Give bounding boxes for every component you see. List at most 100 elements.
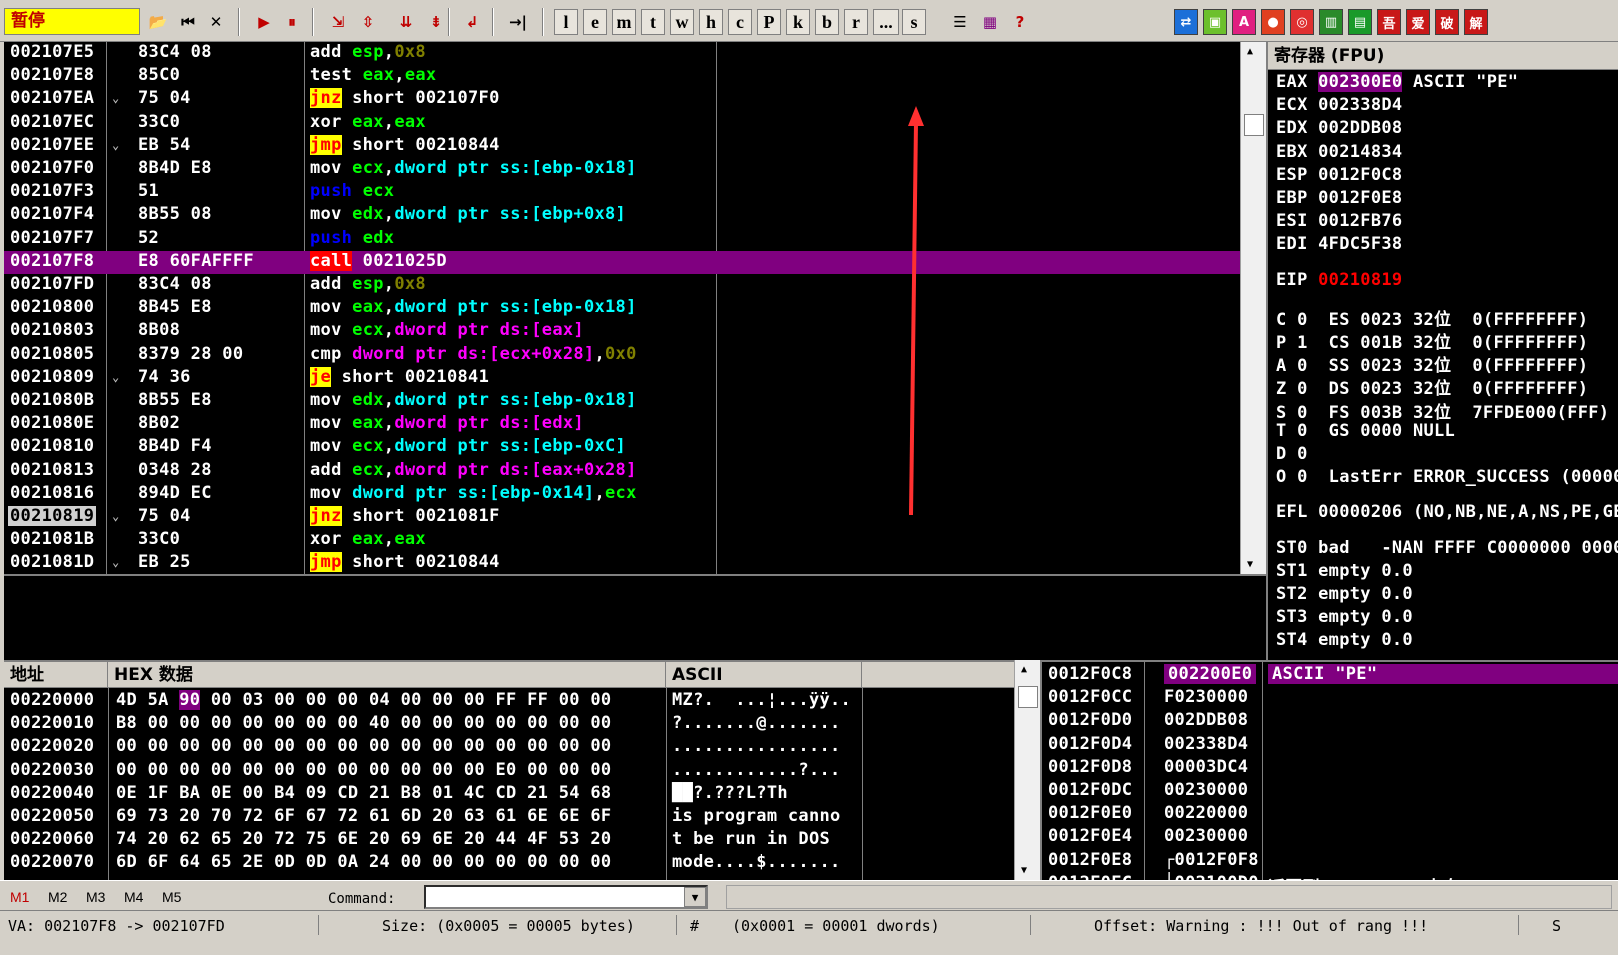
dump-scrollbar[interactable]: ▲ ▼ xyxy=(1014,660,1040,880)
hex-byte[interactable]: 00 xyxy=(464,690,485,710)
hex-byte[interactable]: 00 xyxy=(148,760,169,780)
stack-row[interactable]: 0012F0E8 ┌0012F0F8 xyxy=(1042,850,1618,873)
dump-row[interactable]: 00220060 74 20 62 65 20 72 75 6E 20 69 6E… xyxy=(4,829,1014,852)
hex-byte[interactable]: 00 xyxy=(211,760,232,780)
scroll-up-icon[interactable]: ▲ xyxy=(1021,664,1027,675)
hex-byte[interactable]: 20 xyxy=(369,829,390,849)
stack-row[interactable]: 0012F0D4 002338D4 xyxy=(1042,734,1618,757)
hex-byte[interactable]: B8 xyxy=(401,783,422,803)
help-icon[interactable]: ? xyxy=(1008,9,1032,35)
window-button-r[interactable]: r xyxy=(844,9,868,35)
command-input[interactable] xyxy=(424,885,708,909)
hex-byte[interactable]: 00 xyxy=(464,713,485,733)
hex-byte[interactable]: 24 xyxy=(369,852,390,872)
hex-byte[interactable]: 00 xyxy=(306,736,327,756)
hex-byte[interactable]: 00 xyxy=(306,713,327,733)
window-button-m[interactable]: m xyxy=(612,9,636,35)
hex-byte[interactable]: FF xyxy=(527,690,548,710)
hex-byte[interactable]: 09 xyxy=(306,783,327,803)
ai-plugin-icon[interactable]: 爱 xyxy=(1406,9,1430,35)
hex-byte[interactable]: 65 xyxy=(211,829,232,849)
hex-byte[interactable]: 64 xyxy=(179,852,200,872)
hex-byte[interactable]: 00 xyxy=(527,713,548,733)
register-line[interactable]: T 0 GS 0000 NULL xyxy=(1276,421,1455,441)
disassembly-pane[interactable]: 002107E5 83C4 08 add esp,0x8 002107E8 85C0 te… xyxy=(4,42,1240,574)
hex-byte[interactable]: 5A xyxy=(148,690,169,710)
register-line[interactable]: EDX 002DDB08 xyxy=(1276,118,1402,138)
hex-byte[interactable]: 6E xyxy=(432,829,453,849)
hex-byte[interactable]: 01 xyxy=(432,783,453,803)
memory-tab-m5[interactable]: M5 xyxy=(162,889,181,905)
hex-byte[interactable]: 00 xyxy=(306,760,327,780)
hex-byte[interactable]: 61 xyxy=(496,806,517,826)
disasm-row[interactable]: 00210816 894D EC mov dword ptr ss:[ebp-0x1… xyxy=(4,483,1240,506)
list-icon[interactable]: ☰ xyxy=(948,9,972,35)
trace-into-icon[interactable]: ⇊ xyxy=(394,9,418,35)
scroll-thumb[interactable] xyxy=(1244,114,1264,136)
close-icon[interactable]: ✕ xyxy=(204,9,228,35)
scroll-down-icon[interactable]: ▼ xyxy=(1021,865,1027,876)
window-button-c[interactable]: c xyxy=(728,9,752,35)
hex-byte[interactable]: 00 xyxy=(432,852,453,872)
hex-byte[interactable]: 00 xyxy=(401,690,422,710)
disassembly-scrollbar[interactable]: ▲ ▼ xyxy=(1240,42,1266,574)
hex-byte[interactable]: 00 xyxy=(432,760,453,780)
memory-tab-m1[interactable]: M1 xyxy=(10,889,29,905)
disasm-row[interactable]: 002107EC 33C0 xor eax,eax xyxy=(4,112,1240,135)
registers-title[interactable]: 寄存器 (FPU) xyxy=(1268,42,1618,70)
hex-byte[interactable]: 69 xyxy=(116,806,137,826)
hex-byte[interactable]: 20 xyxy=(148,829,169,849)
hex-byte[interactable]: 1F xyxy=(148,783,169,803)
hex-byte[interactable]: 00 xyxy=(116,736,137,756)
disasm-row[interactable]: 00210805 8379 28 00 cmp dword ptr ds:[ecx+… xyxy=(4,344,1240,367)
hex-byte[interactable]: 00 xyxy=(401,713,422,733)
hex-byte[interactable]: 53 xyxy=(559,829,580,849)
hex-byte[interactable]: 61 xyxy=(369,806,390,826)
memory-tab-m4[interactable]: M4 xyxy=(124,889,143,905)
jie-plugin-icon[interactable]: 解 xyxy=(1464,9,1488,35)
dump-row[interactable]: 00220040 0E 1F BA 0E 00 B4 09 CD 21 B8 01… xyxy=(4,783,1014,806)
hex-byte[interactable]: 00 xyxy=(527,736,548,756)
register-line[interactable]: Z 0 DS 0023 32位 0(FFFFFFFF) xyxy=(1276,374,1588,399)
window-button-e[interactable]: e xyxy=(583,9,607,35)
hex-byte[interactable]: 20 xyxy=(464,829,485,849)
hex-byte[interactable]: 6F xyxy=(274,806,295,826)
register-line[interactable]: ESP 0012F0C8 xyxy=(1276,165,1402,185)
hex-byte[interactable]: 2E xyxy=(243,852,264,872)
dump-header-address[interactable]: 地址 xyxy=(4,662,108,688)
hex-byte[interactable]: 74 xyxy=(116,829,137,849)
hex-byte[interactable]: 00 xyxy=(464,852,485,872)
hex-byte[interactable]: 20 xyxy=(432,806,453,826)
register-line[interactable]: ST3 empty 0.0 xyxy=(1276,607,1413,627)
hex-byte[interactable]: 65 xyxy=(211,852,232,872)
ollydbg-plugin-icon[interactable]: ▣ xyxy=(1203,9,1227,35)
hex-byte[interactable]: 00 xyxy=(559,736,580,756)
hex-byte[interactable]: 6E xyxy=(337,829,358,849)
hex-byte[interactable]: 6F xyxy=(148,852,169,872)
run-icon[interactable]: ▶ xyxy=(252,9,276,35)
wu-plugin-icon[interactable]: 吾 xyxy=(1377,9,1401,35)
goto-icon[interactable]: →| xyxy=(506,9,530,35)
hex-byte[interactable]: 62 xyxy=(179,829,200,849)
hex-byte[interactable]: 00 xyxy=(211,713,232,733)
hex-byte[interactable]: 00 xyxy=(496,736,517,756)
hex-byte[interactable]: 00 xyxy=(496,713,517,733)
hex-byte[interactable]: B8 xyxy=(116,713,137,733)
step-into-icon[interactable]: ⇲ xyxy=(326,9,350,35)
hex-byte[interactable]: 0E xyxy=(116,783,137,803)
dump-row[interactable]: 00220010 B8 00 00 00 00 00 00 00 40 00 00… xyxy=(4,713,1014,736)
register-line[interactable]: EFL 00000206 (NO,NB,NE,A,NS,PE,GE,G) xyxy=(1276,502,1618,522)
hex-byte[interactable]: 00 xyxy=(306,690,327,710)
hex-byte[interactable]: 00 xyxy=(401,736,422,756)
hex-byte[interactable]: 00 xyxy=(274,713,295,733)
chevron-down-icon[interactable]: ▼ xyxy=(684,887,706,907)
disasm-row[interactable]: 002107F4 8B55 08 mov edx,dword ptr ss:[ebp… xyxy=(4,204,1240,227)
stack-row[interactable]: 0012F0D0 002DDB08 xyxy=(1042,710,1618,733)
hex-byte[interactable]: 00 xyxy=(337,736,358,756)
window-button-s[interactable]: s xyxy=(902,9,926,35)
a-plugin-icon[interactable]: A xyxy=(1232,9,1256,35)
disasm-row[interactable]: 0021081D ⌄ EB 25 jmp short 00210844 xyxy=(4,552,1240,574)
hex-byte[interactable]: 03 xyxy=(243,690,264,710)
hex-byte[interactable]: 69 xyxy=(401,829,422,849)
hex-byte[interactable]: 72 xyxy=(243,806,264,826)
